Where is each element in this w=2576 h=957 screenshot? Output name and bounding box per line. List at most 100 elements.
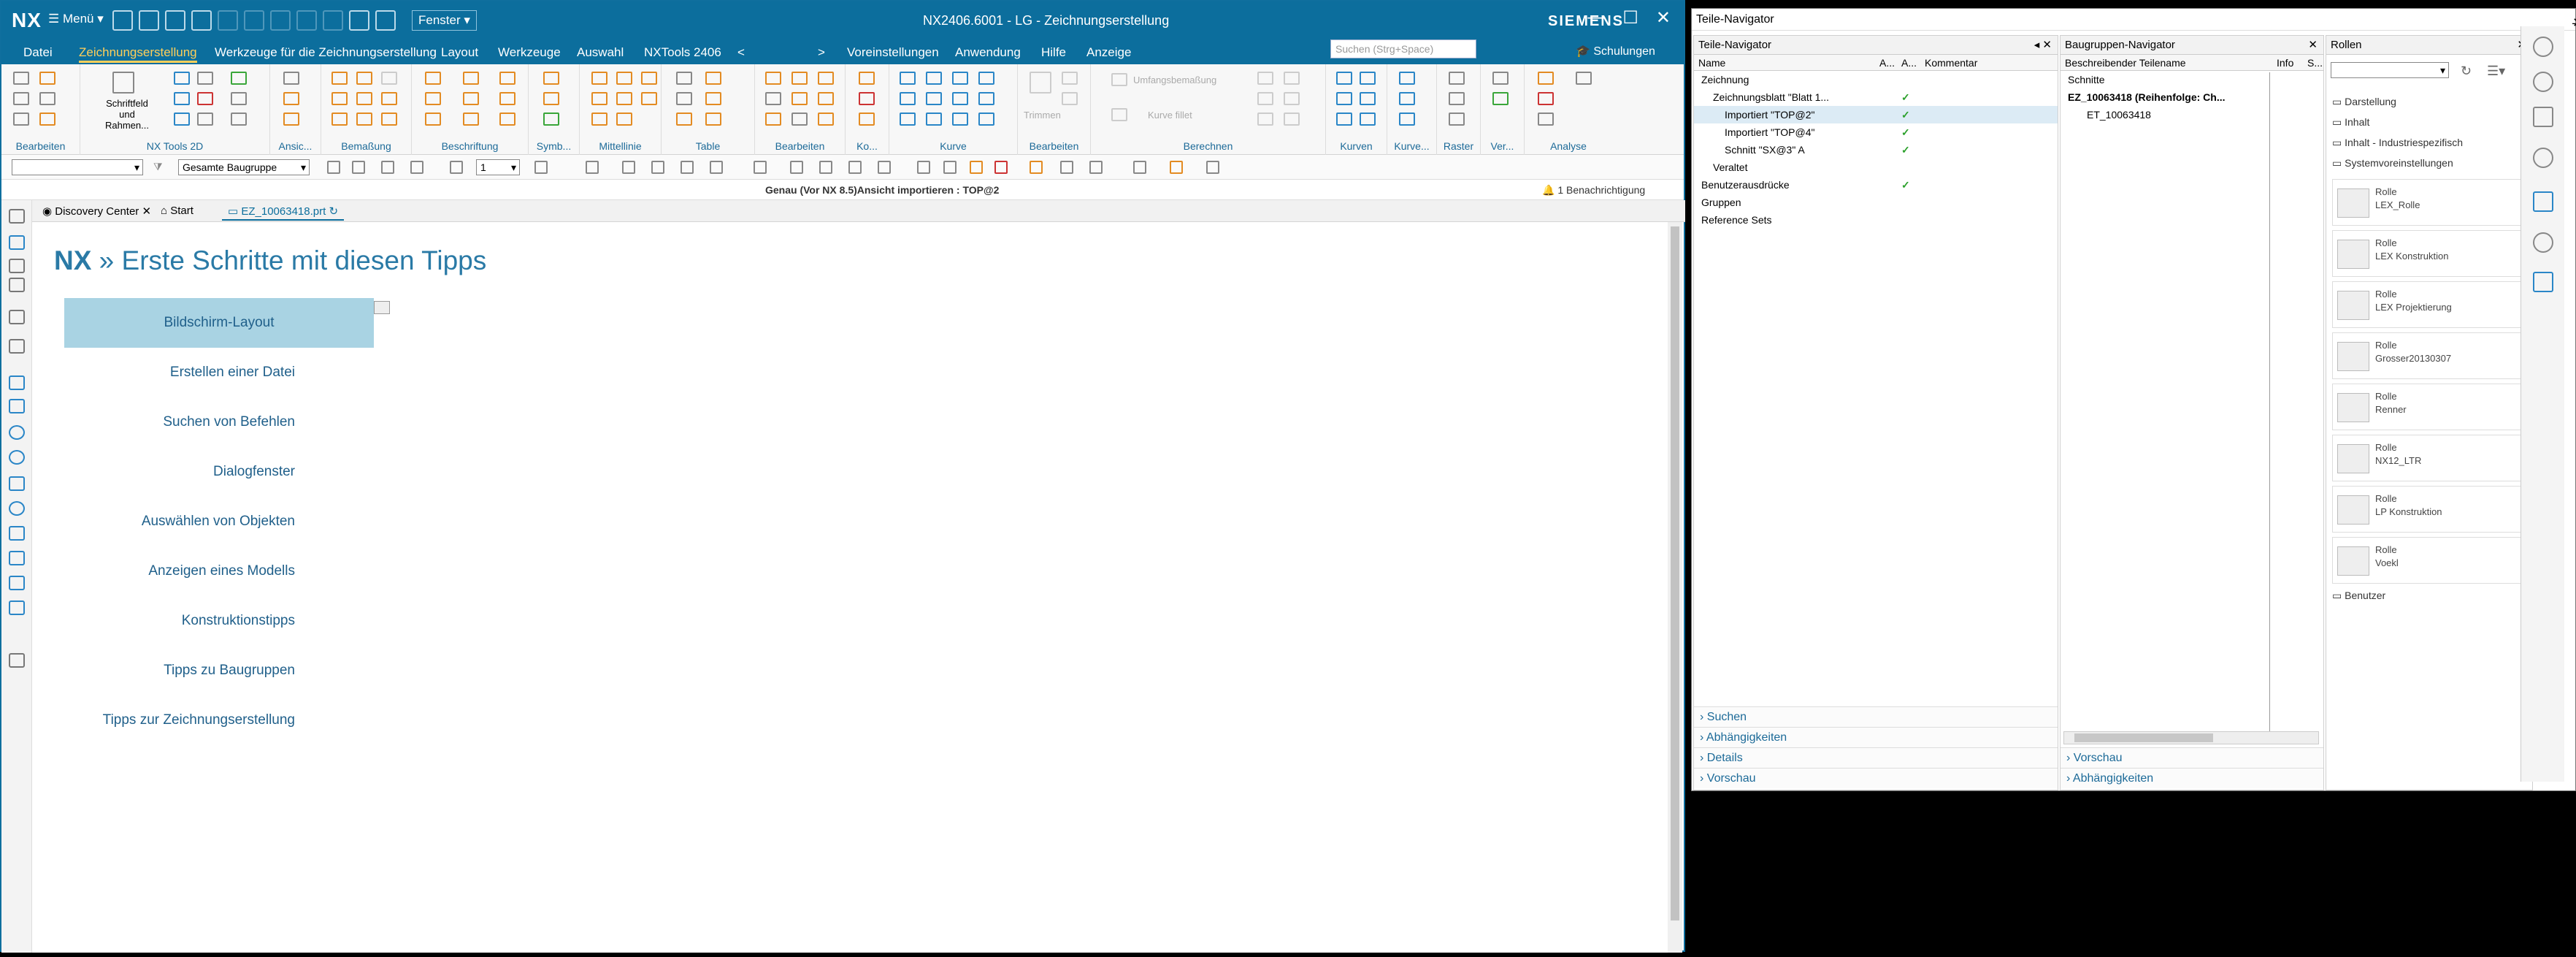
tab-hilfe[interactable]: Hilfe <box>1041 45 1066 60</box>
layer-icon[interactable] <box>9 310 25 324</box>
section-abhaengigkeiten[interactable]: › Abhängigkeiten <box>2061 768 2323 788</box>
base-view-icon[interactable] <box>283 72 299 85</box>
list-icon[interactable] <box>231 92 247 105</box>
centerline-2d-icon[interactable] <box>591 92 607 105</box>
role-card[interactable]: Rolle LEX Konstruktion <box>2332 230 2523 277</box>
redo-icon[interactable] <box>13 92 29 105</box>
col-kommentar[interactable]: Kommentar <box>1925 57 1977 69</box>
view-options-icon[interactable]: ☰▾ <box>2487 64 2505 79</box>
tab-scroll-left[interactable]: < <box>737 45 745 60</box>
check-icon[interactable] <box>9 259 25 273</box>
parts-list-icon[interactable] <box>705 72 721 85</box>
category-systemvoreinstellungen[interactable]: ▭ Systemvoreinstellungen <box>2332 157 2453 169</box>
angle-dim-icon[interactable] <box>356 72 372 85</box>
section-details[interactable]: › Details <box>1694 747 2058 768</box>
filter-icon[interactable]: ⧩ <box>153 161 163 173</box>
section-vorschau[interactable]: › Vorschau <box>2061 747 2323 768</box>
text-curve-icon[interactable] <box>1336 72 1352 85</box>
layer-dropdown[interactable]: 1 ▾ <box>476 159 520 175</box>
scope-dropdown[interactable]: Gesamte Baugruppe ▾ <box>178 159 310 175</box>
scrollbar-thumb[interactable] <box>1671 226 1679 920</box>
origin-icon[interactable] <box>818 92 834 105</box>
spline-icon[interactable] <box>9 551 25 565</box>
color-wheel-icon[interactable] <box>994 161 1008 174</box>
wireframe-icon[interactable] <box>819 161 832 174</box>
attach-icon[interactable] <box>818 113 834 126</box>
select-tool-icon[interactable] <box>327 161 340 174</box>
tab-discovery-center[interactable]: ◉ Discovery Center ✕ <box>37 203 157 221</box>
lighting-icon[interactable] <box>1060 161 1073 174</box>
select-tool-icon[interactable] <box>410 161 423 174</box>
surface-finish-icon[interactable] <box>463 72 479 85</box>
tab-start[interactable]: ⌂ Start <box>155 203 199 221</box>
tab-werkzeuge-zeichnung[interactable]: Werkzeuge für die Zeichnungserstellung <box>215 45 437 60</box>
material-icon[interactable] <box>1030 161 1043 174</box>
line-icon[interactable] <box>952 72 968 85</box>
auto-balloon-icon[interactable] <box>676 113 692 126</box>
offset-curve-icon[interactable] <box>978 113 994 126</box>
tab-scroll-right[interactable]: > <box>818 45 825 60</box>
history-icon[interactable] <box>9 278 25 292</box>
horizontal-scrollbar[interactable] <box>2063 731 2319 744</box>
gear-icon[interactable] <box>2533 37 2553 57</box>
close-icon[interactable]: ✕ <box>142 205 151 218</box>
associate-icon[interactable] <box>791 113 808 126</box>
camera-icon[interactable] <box>1133 161 1146 174</box>
col-teilename[interactable]: Beschreibender Teilename <box>2065 57 2186 69</box>
ellipse-icon[interactable] <box>9 450 25 465</box>
eye-icon[interactable] <box>622 161 635 174</box>
dimension-icon[interactable] <box>331 72 348 85</box>
tree-row[interactable]: Veraltet <box>1694 159 2058 176</box>
bend-table-icon[interactable] <box>705 92 721 105</box>
fill-icon[interactable] <box>499 113 515 126</box>
trim-label[interactable]: Trimmen <box>1024 110 1061 121</box>
tip-suchen-befehle[interactable]: Suchen von Befehlen <box>64 397 374 447</box>
zoom-icon[interactable] <box>710 161 723 174</box>
render-icon[interactable] <box>754 161 767 174</box>
globe-icon[interactable] <box>2533 148 2553 168</box>
tab-anzeige[interactable]: Anzeige <box>1086 45 1131 60</box>
notifications[interactable]: 🔔 1 Benachrichtigung <box>1542 184 1645 197</box>
radial-dim-icon[interactable] <box>356 92 372 105</box>
select-tool-icon[interactable] <box>381 161 394 174</box>
display-icon[interactable] <box>375 10 396 31</box>
clock-icon[interactable] <box>2533 232 2553 253</box>
suppress-icon[interactable] <box>818 72 834 85</box>
undo-icon[interactable] <box>296 10 317 31</box>
cross-frame-icon[interactable] <box>197 92 213 105</box>
check-geometry-icon[interactable] <box>1538 92 1554 105</box>
circle-center-icon[interactable] <box>900 113 916 126</box>
ruler-icon[interactable] <box>1538 113 1554 126</box>
role-card[interactable]: Rolle LEX Projektierung <box>2332 281 2523 328</box>
cube-solid-icon[interactable] <box>917 161 930 174</box>
role-card[interactable]: Rolle Voekl <box>2332 537 2523 584</box>
select-tool-icon[interactable] <box>352 161 365 174</box>
circle-icon[interactable] <box>9 425 25 440</box>
section-vorschau[interactable]: › Vorschau <box>1694 768 2058 788</box>
split-icon[interactable] <box>1062 92 1078 105</box>
close-button[interactable]: ✕ <box>2572 15 2576 31</box>
hole-table-icon[interactable] <box>676 92 692 105</box>
arc-dim-icon[interactable] <box>331 113 348 126</box>
tree-row[interactable]: Importiert "TOP@4" ✓ <box>1694 123 2058 141</box>
tip-erstellen-datei[interactable]: Erstellen einer Datei <box>64 348 374 397</box>
save-icon[interactable] <box>165 10 185 31</box>
sphere-icon[interactable] <box>943 161 957 174</box>
check-icon[interactable] <box>1492 92 1509 105</box>
scrollbar-thumb[interactable] <box>2074 733 2213 742</box>
brush-icon[interactable] <box>39 113 55 126</box>
schulungen-link[interactable]: 🎓 Schulungen <box>1576 44 1655 58</box>
part-nav-icon[interactable] <box>9 235 25 250</box>
paste-icon[interactable] <box>39 72 55 85</box>
tab-zeichnungserstellung[interactable]: Zeichnungserstellung <box>79 45 197 63</box>
grid-settings-icon[interactable] <box>1449 113 1465 126</box>
role-card[interactable]: Rolle NX12_LTR <box>2332 435 2523 481</box>
weld-icon[interactable] <box>463 113 479 126</box>
tree-row[interactable]: Reference Sets <box>1694 211 2058 229</box>
curve-edit-icon[interactable] <box>1399 92 1415 105</box>
circle-3pt-icon[interactable] <box>926 113 942 126</box>
feature-dim-icon[interactable] <box>381 113 397 126</box>
command-search-input[interactable]: Suchen (Strg+Space) <box>1330 39 1476 58</box>
curve-length-icon[interactable] <box>1399 113 1415 126</box>
spline-icon[interactable] <box>978 92 994 105</box>
